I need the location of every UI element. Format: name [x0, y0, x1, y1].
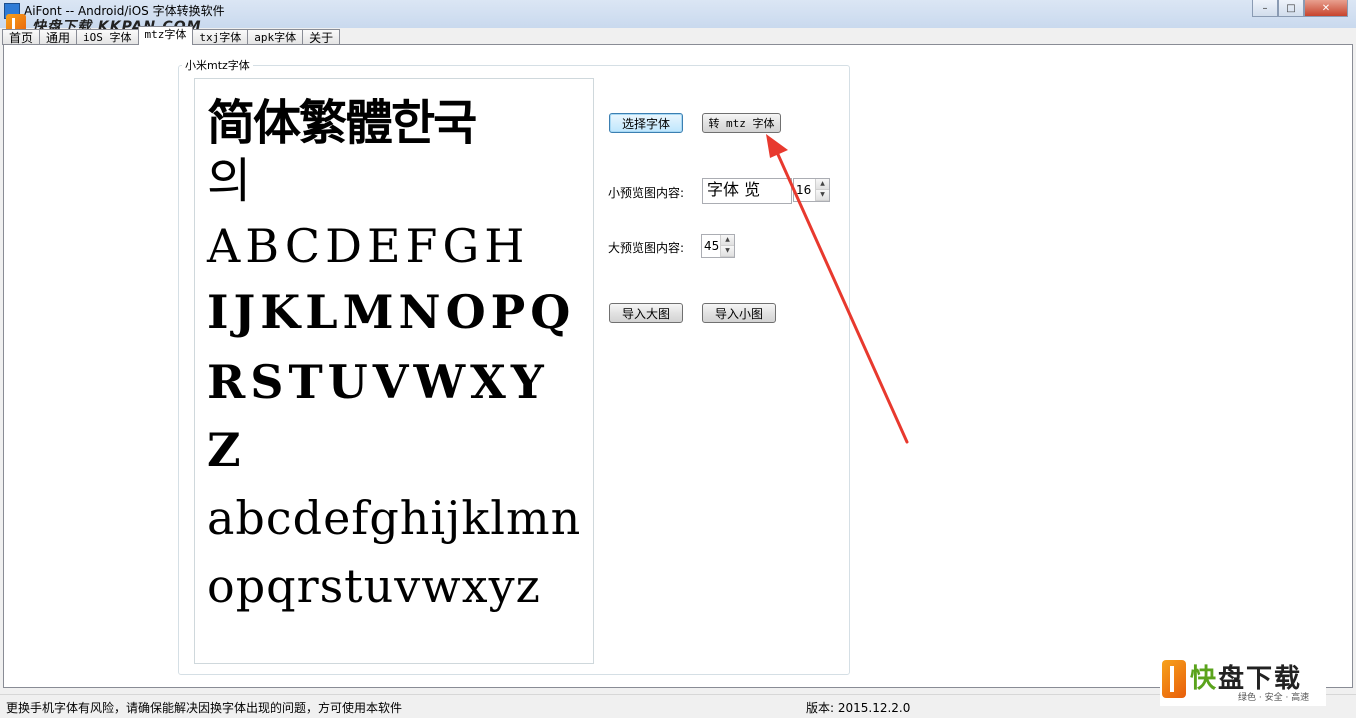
preview-line-upper-3: RSTUVWXY	[207, 355, 549, 409]
small-preview-spin-buttons: ▲ ▼	[815, 179, 829, 201]
tab-mtz-font[interactable]: mtz字体	[137, 26, 194, 45]
mtz-tab-panel: 小米mtz字体 简体繁體한국 의 ABCDEFGH IJKLMNOPQ RSTU…	[3, 44, 1353, 688]
watermark-bottom-subtitle: 绿色 · 安全 · 高速	[1238, 693, 1310, 703]
small-preview-input[interactable]: 字体 览	[702, 178, 792, 204]
watermark-bottom: 快盘下载 绿色 · 安全 · 高速	[1160, 654, 1326, 706]
small-preview-size-spinner[interactable]: 16 ▲ ▼	[793, 178, 830, 202]
status-warning: 更换手机字体有风险，请确保能解决因换字体出现的问题，方可使用本软件	[6, 701, 403, 715]
import-large-image-button[interactable]: 导入大图	[609, 303, 683, 323]
preview-line-upper-4: Z	[207, 423, 241, 477]
spin-up-icon[interactable]: ▲	[721, 235, 734, 246]
small-preview-size-value: 16	[796, 183, 812, 197]
tab-txj-font[interactable]: txj字体	[192, 29, 249, 45]
group-title: 小米mtz字体	[182, 57, 253, 73]
select-font-button[interactable]: 选择字体	[609, 113, 683, 133]
preview-line-korean: 의	[207, 153, 252, 209]
window-controls: – □ ✕	[1252, 0, 1348, 18]
large-preview-label: 大预览图内容:	[608, 241, 685, 255]
large-preview-size-spinner[interactable]: 45 ▲ ▼	[701, 234, 735, 258]
watermark-title-accent: 快	[1190, 664, 1219, 694]
kkpan-logo-icon	[1162, 660, 1186, 698]
font-preview-box: 简体繁體한국 의 ABCDEFGH IJKLMNOPQ RSTUVWXY Z a…	[194, 78, 594, 664]
maximize-button[interactable]: □	[1278, 0, 1304, 17]
preview-line-upper-1: ABCDEFGH	[207, 219, 530, 273]
spin-down-icon[interactable]: ▼	[721, 246, 734, 257]
spin-up-icon[interactable]: ▲	[816, 179, 829, 190]
tab-strip: 首页 通用 iOS 字体 mtz字体 txj字体 apk字体 关于	[2, 26, 341, 45]
preview-line-lower-1: abcdefghijklmn	[207, 491, 582, 545]
preview-line-upper-2: IJKLMNOPQ	[207, 285, 576, 339]
status-version: 版本: 2015.12.2.0	[806, 701, 911, 715]
convert-mtz-button[interactable]: 转 mtz 字体	[702, 113, 781, 133]
tab-general[interactable]: 通用	[39, 29, 78, 45]
import-small-image-button[interactable]: 导入小图	[702, 303, 776, 323]
close-button[interactable]: ✕	[1304, 0, 1348, 17]
tab-about[interactable]: 关于	[302, 29, 341, 45]
tab-home[interactable]: 首页	[2, 29, 41, 45]
small-preview-label: 小预览图内容:	[608, 186, 685, 200]
spin-down-icon[interactable]: ▼	[816, 190, 829, 201]
tab-ios-font[interactable]: iOS 字体	[76, 29, 139, 45]
minimize-button[interactable]: –	[1252, 0, 1278, 17]
status-bar: 更换手机字体有风险，请确保能解决因换字体出现的问题，方可使用本软件 版本: 20…	[0, 694, 1356, 718]
preview-line-lower-2: opqrstuvwxyz	[207, 559, 541, 613]
large-preview-spin-buttons: ▲ ▼	[720, 235, 734, 257]
tab-apk-font[interactable]: apk字体	[247, 29, 304, 45]
large-preview-size-value: 45	[704, 239, 720, 253]
